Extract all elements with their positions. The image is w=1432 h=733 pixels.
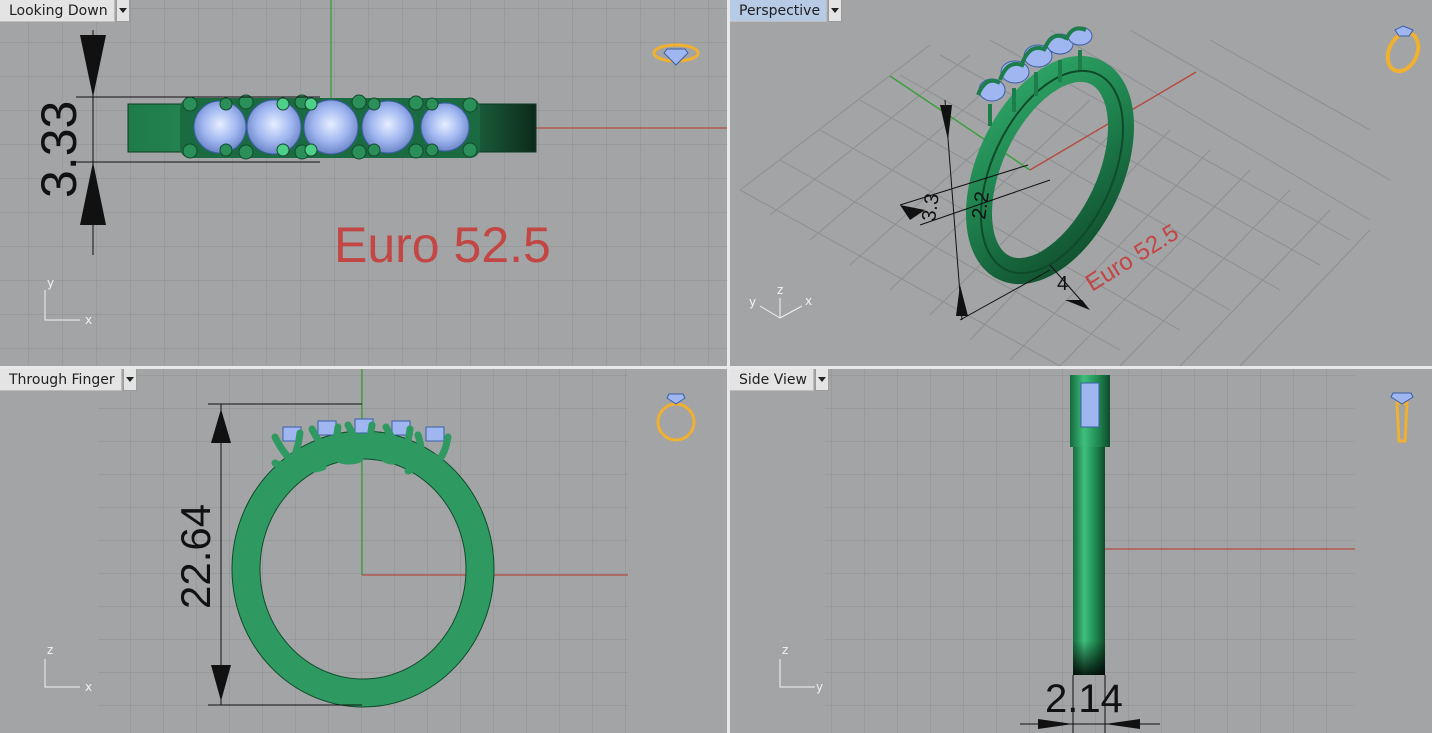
axis-x-label: x [85, 313, 92, 327]
viewport-title: Looking Down [0, 0, 115, 22]
viewport-through-finger[interactable]: 22.64 z x Through Finger [0, 369, 727, 733]
axis-x-label: x [85, 680, 92, 694]
viewport-title: Perspective [730, 0, 828, 22]
dimension-3-33: 3.33 [31, 101, 87, 198]
dimension-perspective-a: 3.3 [918, 192, 944, 223]
viewport-title: Through Finger [0, 369, 122, 391]
perspective-scene: 3.3 2.2 4 Euro 52.5 z y x [739, 25, 1424, 366]
ring-side-profile [1070, 375, 1110, 675]
viewport-menu-arrow-icon[interactable] [115, 0, 130, 22]
size-note-euro: Euro 52.5 [334, 217, 551, 273]
looking-down-scene: 3.33 Euro 52.5 y x [0, 0, 727, 366]
viewport-menu-arrow-icon[interactable] [828, 0, 843, 22]
dimension-perspective-b: 2.2 [968, 190, 994, 221]
viewport-tab-through-finger[interactable]: Through Finger [0, 369, 137, 391]
viewport-tab-side-view[interactable]: Side View [730, 369, 829, 391]
ring-side-icon[interactable] [1390, 392, 1414, 443]
axis-y-label: y [749, 295, 756, 309]
dimension-2-14: 2.14 [1045, 677, 1123, 721]
viewport-looking-down[interactable]: 3.33 Euro 52.5 y x Looking Down [0, 0, 727, 366]
dimension-perspective-c: 4 [1057, 273, 1068, 295]
viewport-perspective[interactable]: 3.3 2.2 4 Euro 52.5 z y x Perspective [730, 0, 1432, 366]
axis-z-label: z [47, 643, 53, 657]
axis-x-label: x [805, 294, 812, 308]
axis-z-label: z [782, 643, 788, 657]
viewport-menu-arrow-icon[interactable] [814, 369, 829, 391]
axis-y-label: y [816, 680, 823, 694]
viewport-title: Side View [730, 369, 814, 391]
viewport-tab-perspective[interactable]: Perspective [730, 0, 843, 22]
ring-front-icon[interactable] [656, 393, 696, 442]
viewport-side-view[interactable]: 2.14 z y Side View [730, 369, 1432, 733]
axis-y-label: y [47, 276, 54, 290]
side-view-scene: 2.14 z y [779, 369, 1414, 733]
viewport-menu-arrow-icon[interactable] [122, 369, 137, 391]
through-finger-scene: 22.64 z x [44, 369, 696, 733]
viewport-tab-looking-down[interactable]: Looking Down [0, 0, 130, 22]
dimension-22-64: 22.64 [172, 504, 219, 609]
ring-perspective-icon[interactable] [1382, 25, 1424, 76]
axis-z-label: z [777, 283, 783, 297]
